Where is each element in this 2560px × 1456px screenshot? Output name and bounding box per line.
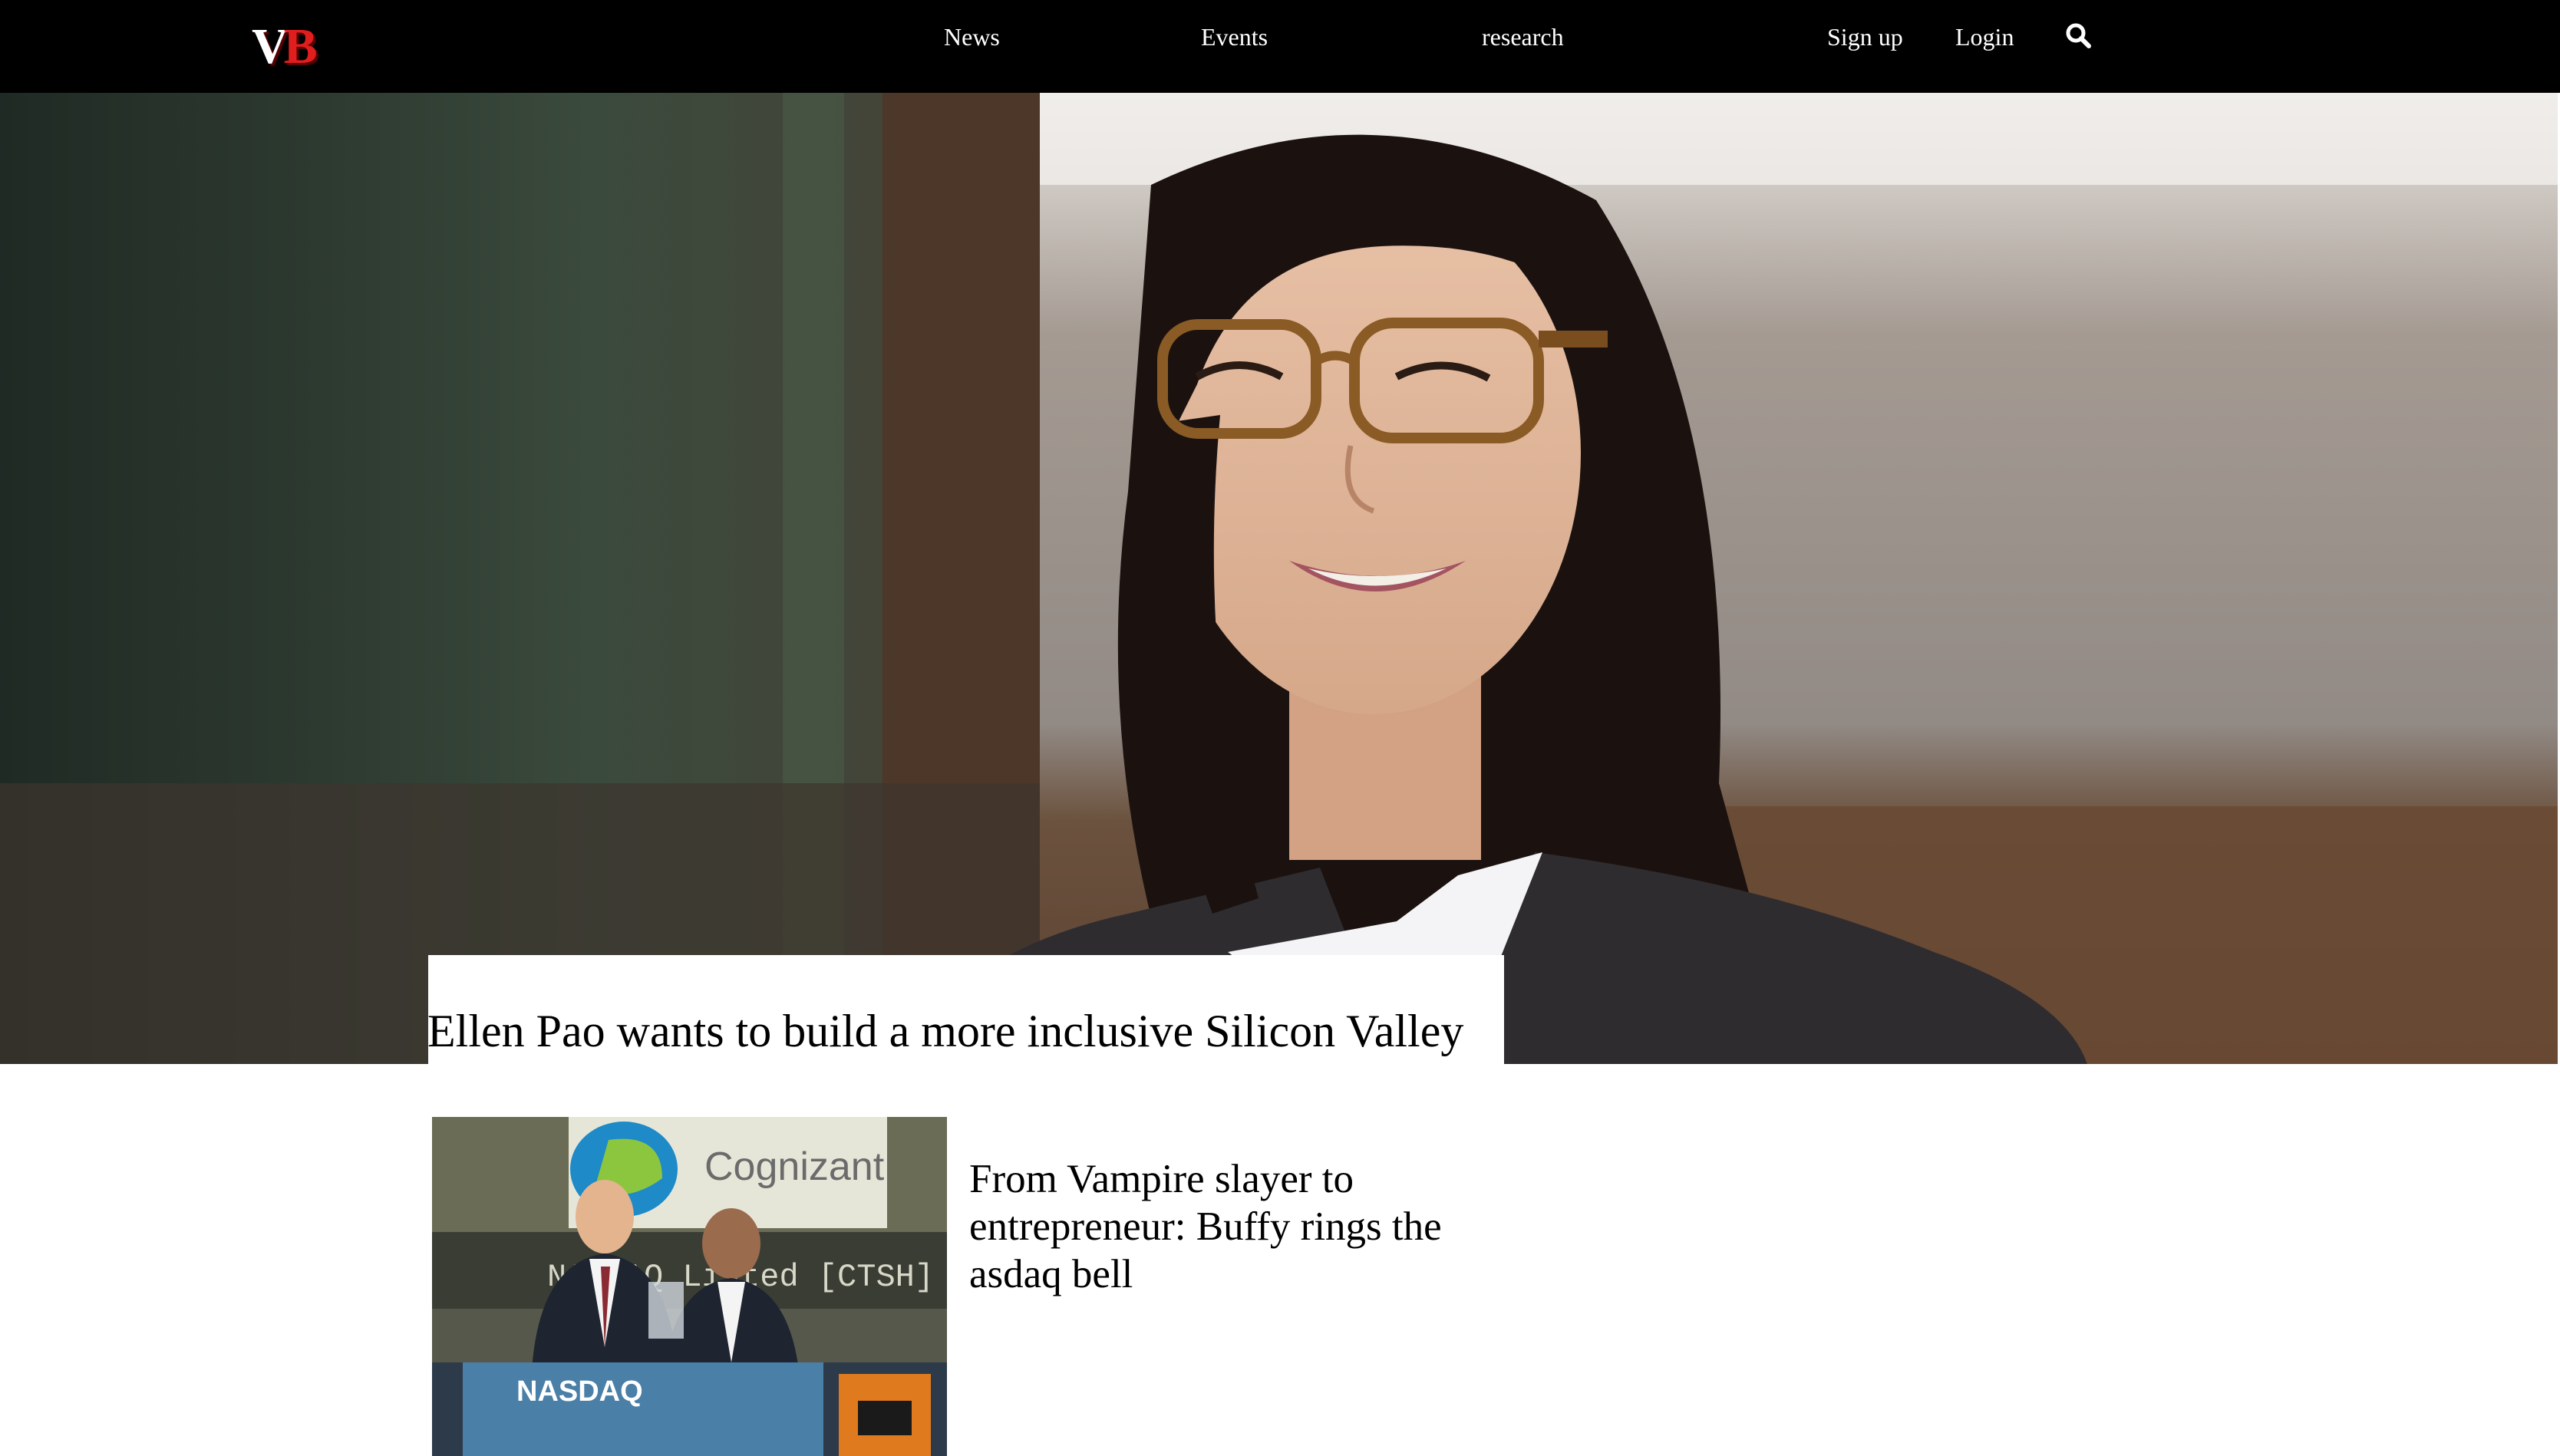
hero-photo <box>0 93 2558 1064</box>
nav-research[interactable]: research <box>1482 20 1564 54</box>
article-thumbnail[interactable]: Cognizant NASDAQ Listed [CTSH] NASDAQ <box>432 1117 947 1456</box>
nav-sign-up[interactable]: Sign up <box>1827 20 1903 54</box>
thumb-company-text: Cognizant <box>704 1145 885 1189</box>
vb-logo[interactable]: VB <box>252 18 318 74</box>
search-icon[interactable] <box>2065 22 2091 48</box>
logo-letter-v: V <box>252 18 289 74</box>
nav-login[interactable]: Login <box>1955 20 2014 54</box>
top-navigation-bar: VB News Events research Sign up Login <box>0 0 2560 93</box>
hero-feature[interactable]: Ellen Pao wants to build a more inclusiv… <box>0 93 2558 1064</box>
nav-events[interactable]: Events <box>1201 20 1268 54</box>
thumb-exchange-text: NASDAQ <box>516 1375 643 1408</box>
hero-headline[interactable]: Ellen Pao wants to build a more inclusiv… <box>427 1002 1502 1060</box>
nav-news[interactable]: News <box>944 20 1000 54</box>
nasdaq-bell-photo: Cognizant NASDAQ Listed [CTSH] NASDAQ <box>432 1117 947 1456</box>
article-title[interactable]: From Vampire slayer to entrepreneur: Buf… <box>969 1155 1460 1298</box>
logo-letter-b: B <box>283 18 318 74</box>
